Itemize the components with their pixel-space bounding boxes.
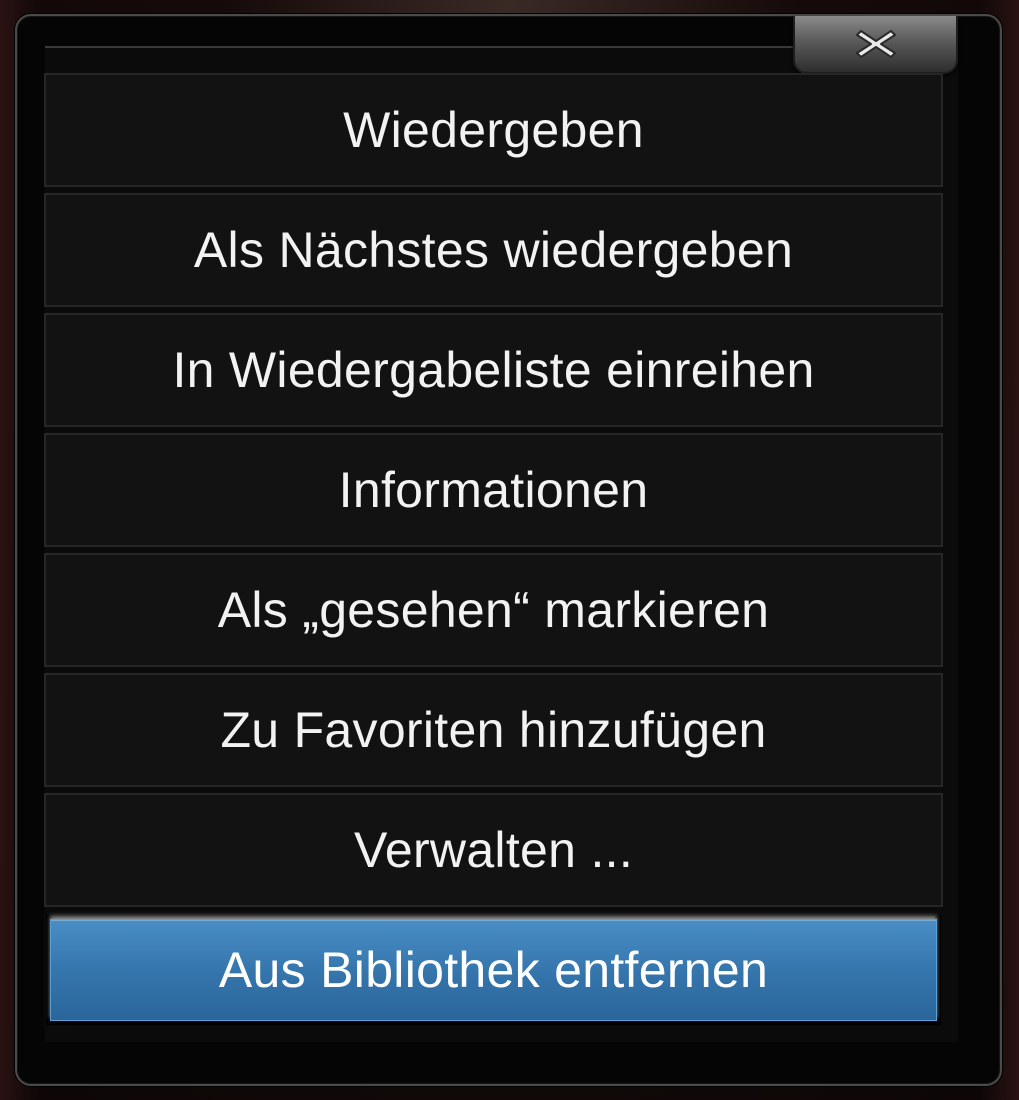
menu-item-label: Aus Bibliothek entfernen [218, 942, 769, 998]
menu-item-label: Zu Favoriten hinzufügen [220, 702, 767, 758]
menu-item-label: In Wiedergabeliste einreihen [172, 342, 815, 398]
menu-item-label: Verwalten ... [353, 822, 634, 878]
context-menu-list: Wiedergeben Als Nächstes wiedergeben In … [44, 73, 943, 1033]
menu-item-label: Wiedergeben [343, 102, 644, 158]
menu-item-remove-from-library[interactable]: Aus Bibliothek entfernen [44, 913, 943, 1027]
menu-item-label: Als Nächstes wiedergeben [193, 222, 794, 278]
close-icon [853, 27, 899, 61]
menu-item-manage[interactable]: Verwalten ... [44, 793, 943, 907]
menu-item-mark-watched[interactable]: Als „gesehen“ markieren [44, 553, 943, 667]
menu-item-add-favourites[interactable]: Zu Favoriten hinzufügen [44, 673, 943, 787]
menu-item-label: Informationen [338, 462, 649, 518]
menu-item-play[interactable]: Wiedergeben [44, 73, 943, 187]
menu-item-label: Als „gesehen“ markieren [217, 582, 770, 638]
menu-item-play-next[interactable]: Als Nächstes wiedergeben [44, 193, 943, 307]
menu-item-queue[interactable]: In Wiedergabeliste einreihen [44, 313, 943, 427]
menu-item-information[interactable]: Informationen [44, 433, 943, 547]
close-button[interactable] [793, 16, 958, 74]
